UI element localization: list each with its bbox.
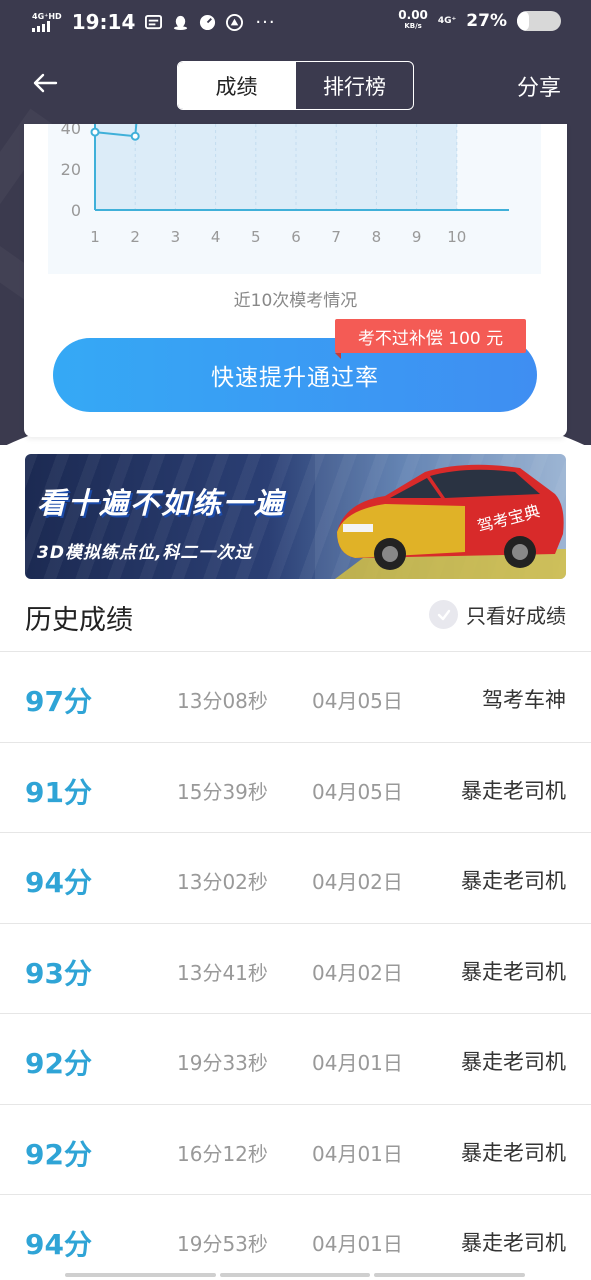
clock: 19:14 <box>71 10 136 34</box>
tab-scores[interactable]: 成绩 <box>178 62 295 109</box>
history-row[interactable]: 92分 16分12秒 04月01日 暴走老司机 <box>0 1103 591 1195</box>
exam-duration: 15分39秒 <box>177 779 268 804</box>
chart-area-fill <box>95 124 457 210</box>
exam-duration: 13分02秒 <box>177 870 268 894</box>
qq-icon <box>174 15 188 30</box>
more-notifications-icon: ··· <box>255 11 276 33</box>
battery-icon <box>517 11 561 31</box>
network-type-left: 4G⁺HD <box>32 12 62 21</box>
exam-duration: 16分12秒 <box>177 1141 268 1166</box>
exam-date: 04月02日 <box>312 870 403 894</box>
checkmark-icon[interactable] <box>429 600 458 629</box>
y-tick-label: 40 <box>61 124 81 138</box>
history-title: 历史成绩 <box>25 605 133 636</box>
exam-date: 04月01日 <box>312 1232 403 1256</box>
good-scores-only-label[interactable]: 只看好成绩 <box>466 600 566 629</box>
exam-date: 04月05日 <box>312 779 403 804</box>
rank-title: 驾考车神 <box>482 688 566 712</box>
speedometer-icon <box>200 14 216 30</box>
message-icon <box>145 14 163 29</box>
signal-icon: 4G⁺HD <box>32 12 62 32</box>
score-value: 94分 <box>25 1228 92 1261</box>
y-tick-label: 20 <box>61 160 81 179</box>
x-tick-label: 6 <box>291 228 301 246</box>
exam-date: 04月02日 <box>312 960 403 985</box>
score-value: 94分 <box>25 866 92 899</box>
data-point <box>130 131 140 141</box>
x-tick-label: 7 <box>331 228 341 246</box>
share-button[interactable]: 分享 <box>517 70 561 102</box>
network-type-right: 4G⁺ <box>437 16 457 26</box>
rank-title: 暴走老司机 <box>461 869 566 893</box>
history-row[interactable]: 91分 15分39秒 04月05日 暴走老司机 <box>0 741 591 833</box>
score-chart-card: 0 20 40 1 2 3 4 5 6 7 8 9 10 近10次模考情况 快速提升通过率 考不过补偿 … <box>24 124 567 437</box>
segmented-tabs: 成绩 排行榜 <box>177 61 414 110</box>
x-tick-label: 10 <box>447 228 466 246</box>
home-indicator <box>65 1273 526 1277</box>
history-row[interactable]: 94分 13分02秒 04月02日 暴走老司机 <box>0 832 591 923</box>
x-tick-label: 2 <box>130 228 140 246</box>
rank-title: 暴走老司机 <box>461 1050 566 1074</box>
x-tick-label: 5 <box>251 228 261 246</box>
x-tick-label: 3 <box>171 228 181 246</box>
x-tick-label: 8 <box>372 228 382 246</box>
compensation-badge: 考不过补偿 100 元 <box>335 319 526 359</box>
car-illustration: 驾考宝典 <box>315 454 566 579</box>
history-row[interactable]: 94分 19分53秒 04月01日 暴走老司机 <box>0 1194 591 1280</box>
banner-headline: 看十遍不如练一遍 <box>37 486 286 520</box>
score-value: 92分 <box>25 1047 92 1080</box>
rank-title: 暴走老司机 <box>461 1231 566 1255</box>
chart-caption: 近10次模考情况 <box>233 291 358 311</box>
exam-duration: 19分53秒 <box>177 1232 268 1256</box>
score-value: 93分 <box>25 956 92 990</box>
app-notification-icon <box>226 13 244 31</box>
exam-duration: 13分41秒 <box>177 960 268 985</box>
rank-title: 暴走老司机 <box>461 959 566 984</box>
history-row[interactable]: 92分 19分33秒 04月01日 暴走老司机 <box>0 1013 591 1104</box>
history-row[interactable]: 93分 13分41秒 04月02日 暴走老司机 <box>0 922 591 1014</box>
back-arrow-icon[interactable] <box>28 66 62 100</box>
x-tick-label: 9 <box>412 228 422 246</box>
data-point <box>90 127 100 137</box>
exam-date: 04月01日 <box>312 1141 403 1166</box>
network-speed: 0.00 KB/s <box>398 8 428 30</box>
x-tick-label: 1 <box>90 228 100 246</box>
y-tick-label: 0 <box>71 201 81 220</box>
score-value: 91分 <box>25 775 92 809</box>
battery-percent: 27% <box>466 11 507 31</box>
exam-date: 04月01日 <box>312 1051 403 1075</box>
score-value: 92分 <box>25 1137 92 1171</box>
exam-date: 04月05日 <box>312 689 403 713</box>
exam-duration: 13分08秒 <box>177 689 268 713</box>
history-list: 97分 13分08秒 04月05日 驾考车神 91分 15分39秒 04月05日 暴走老司机 9… <box>0 651 591 1280</box>
score-value: 97分 <box>25 685 92 718</box>
good-scores-only-toggle[interactable]: 只看好成绩 <box>429 600 566 629</box>
rank-title: 暴走老司机 <box>461 778 566 803</box>
x-tick-label: 4 <box>211 228 221 246</box>
score-line-chart: 0 20 40 1 2 3 4 5 6 7 8 9 10 <box>48 124 541 274</box>
history-row[interactable]: 97分 13分08秒 04月05日 驾考车神 <box>0 651 591 742</box>
promo-banner[interactable]: 看十遍不如练一遍 3D模拟练点位,科二一次过 驾考宝典 <box>25 454 566 579</box>
rank-title: 暴走老司机 <box>461 1140 566 1165</box>
exam-duration: 19分33秒 <box>177 1051 268 1075</box>
status-bar: 4G⁺HD 19:14 ··· 0.00 KB/s 4G⁺ 27% <box>0 0 591 44</box>
nav-bar: 成绩 排行榜 分享 <box>0 58 591 112</box>
history-header: 历史成绩 只看好成绩 <box>0 590 591 650</box>
banner-subline: 3D模拟练点位,科二一次过 <box>37 543 253 563</box>
tab-leaderboard[interactable]: 排行榜 <box>295 62 413 109</box>
